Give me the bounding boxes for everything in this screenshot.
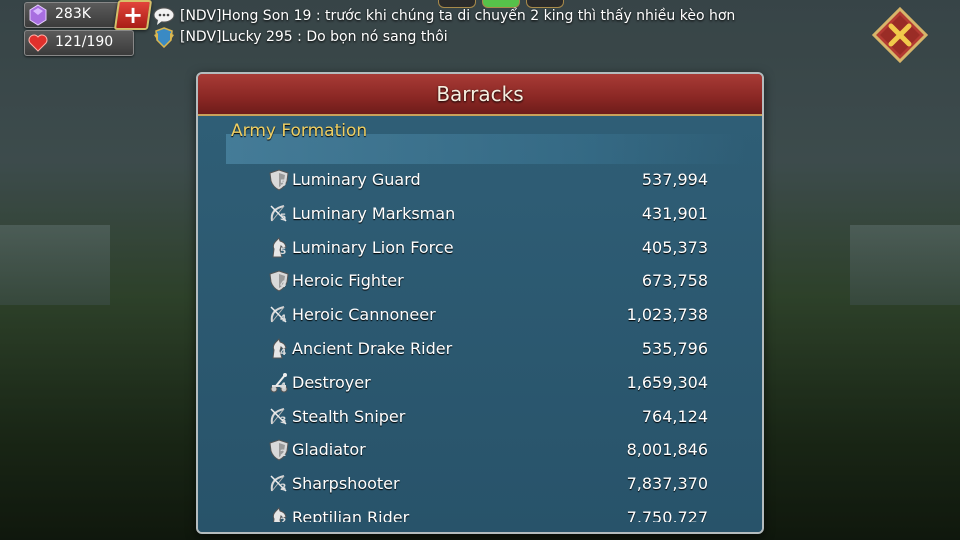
- troop-count: 431,901: [641, 203, 708, 223]
- bow-icon: [270, 306, 287, 323]
- bow-icon: [270, 204, 287, 222]
- panel-header: Barracks: [198, 74, 762, 116]
- troop-row[interactable]: 4 Ancient Drake Rider 535,796: [198, 333, 762, 367]
- background-wall-right: [850, 225, 960, 305]
- panel-body: Army Formation 5 Luminary Guard 537,994 5 Lu…: [198, 116, 762, 532]
- troop-count: 1,659,304: [626, 372, 708, 392]
- troop-row[interactable]: 2 Gladiator 8,001,846: [198, 434, 762, 468]
- shield-icon: [269, 270, 289, 292]
- troop-name: Luminary Lion Force: [292, 237, 454, 257]
- troop-row[interactable]: 2 Sharpshooter 7,837,370: [198, 468, 762, 502]
- troop-count: 764,124: [641, 406, 708, 426]
- troop-tier: 5: [280, 246, 287, 257]
- troop-count: 535,796: [641, 338, 708, 358]
- troop-row[interactable]: 5 Luminary Marksman 431,901: [198, 198, 762, 232]
- troop-count: 7,750,727: [626, 507, 708, 522]
- troop-count: 7,837,370: [626, 474, 708, 494]
- troop-tier: 2: [280, 483, 287, 494]
- gems-counter[interactable]: 283K: [24, 2, 120, 28]
- hp-value: 121/190: [55, 34, 114, 50]
- background-wall-left: [0, 225, 110, 305]
- troop-tier: 4: [280, 314, 287, 325]
- troop-count: 405,373: [641, 237, 708, 257]
- horse-icon: [272, 338, 287, 359]
- barracks-panel: Barracks Army Formation 5 Luminary Guard 5…: [196, 72, 764, 534]
- troop-row[interactable]: 4 Heroic Cannoneer 1,023,738: [198, 299, 762, 333]
- chat-message-text: [NDV]Hong Son 19 : trước khi chúng ta di…: [180, 8, 736, 24]
- chat-message[interactable]: [NDV]Lucky 295 : Do bọn nó sang thôi: [152, 27, 735, 48]
- troop-name: Sharpshooter: [292, 474, 400, 494]
- horse-icon: [272, 236, 287, 258]
- troop-count: 673,758: [641, 271, 708, 291]
- troop-name: Stealth Sniper: [292, 406, 406, 426]
- troop-name: Destroyer: [292, 372, 371, 392]
- troop-name: Gladiator: [292, 440, 366, 460]
- troop-name: Heroic Fighter: [292, 271, 404, 291]
- troop-name: Luminary Guard: [292, 170, 421, 189]
- gem-icon: [29, 4, 47, 26]
- chat-message[interactable]: [NDV]Hong Son 19 : trước khi chúng ta di…: [152, 6, 735, 27]
- troop-name: Reptilian Rider: [292, 507, 410, 522]
- chat-bubble-icon: [153, 7, 175, 25]
- troop-tier: 4: [280, 347, 287, 358]
- troop-row[interactable]: 4 Destroyer 1,659,304: [198, 367, 762, 401]
- chat-message-text: [NDV]Lucky 295 : Do bọn nó sang thôi: [180, 29, 448, 45]
- troop-tier: 5: [280, 179, 287, 189]
- troop-row[interactable]: 3 Stealth Sniper 764,124: [198, 401, 762, 435]
- close-button[interactable]: [872, 7, 928, 63]
- troop-row[interactable]: 5 Luminary Lion Force 405,373: [198, 232, 762, 266]
- troop-tier: 3: [280, 415, 287, 426]
- heart-icon: [28, 34, 48, 52]
- troop-tier: 4: [280, 381, 287, 392]
- troop-row[interactable]: 5 Luminary Guard 537,994: [198, 164, 762, 198]
- troop-count: 8,001,846: [626, 440, 708, 460]
- troop-tier: 4: [280, 280, 287, 291]
- troop-name: Ancient Drake Rider: [292, 338, 453, 358]
- troop-tier: 2: [280, 516, 287, 522]
- guild-crest-icon: [154, 27, 174, 48]
- troop-row[interactable]: 4 Heroic Fighter 673,758: [198, 265, 762, 299]
- troop-tier: 2: [280, 449, 287, 460]
- panel-title: Barracks: [436, 82, 524, 106]
- troop-count: 537,994: [641, 170, 708, 189]
- hp-counter[interactable]: 121/190: [24, 30, 134, 56]
- shield-icon: [269, 169, 289, 191]
- troop-name: Luminary Marksman: [292, 203, 456, 223]
- catapult-icon: [270, 372, 288, 393]
- troop-name: Heroic Cannoneer: [292, 305, 436, 325]
- troop-list[interactable]: 5 Luminary Guard 537,994 5 Luminary Marksman…: [198, 164, 762, 522]
- bow-icon: [270, 407, 287, 425]
- horse-icon: [272, 507, 287, 522]
- troop-tier: 5: [280, 212, 287, 223]
- section-title: Army Formation: [231, 121, 368, 141]
- shield-icon: [269, 439, 289, 461]
- bow-icon: [270, 475, 287, 492]
- gems-value: 283K: [55, 6, 91, 22]
- chat-feed[interactable]: [NDV]Hong Son 19 : trước khi chúng ta di…: [152, 6, 735, 48]
- add-gems-button[interactable]: +: [113, 0, 153, 30]
- troop-count: 1,023,738: [626, 305, 708, 325]
- troop-row[interactable]: 2 Reptilian Rider 7,750,727: [198, 502, 762, 522]
